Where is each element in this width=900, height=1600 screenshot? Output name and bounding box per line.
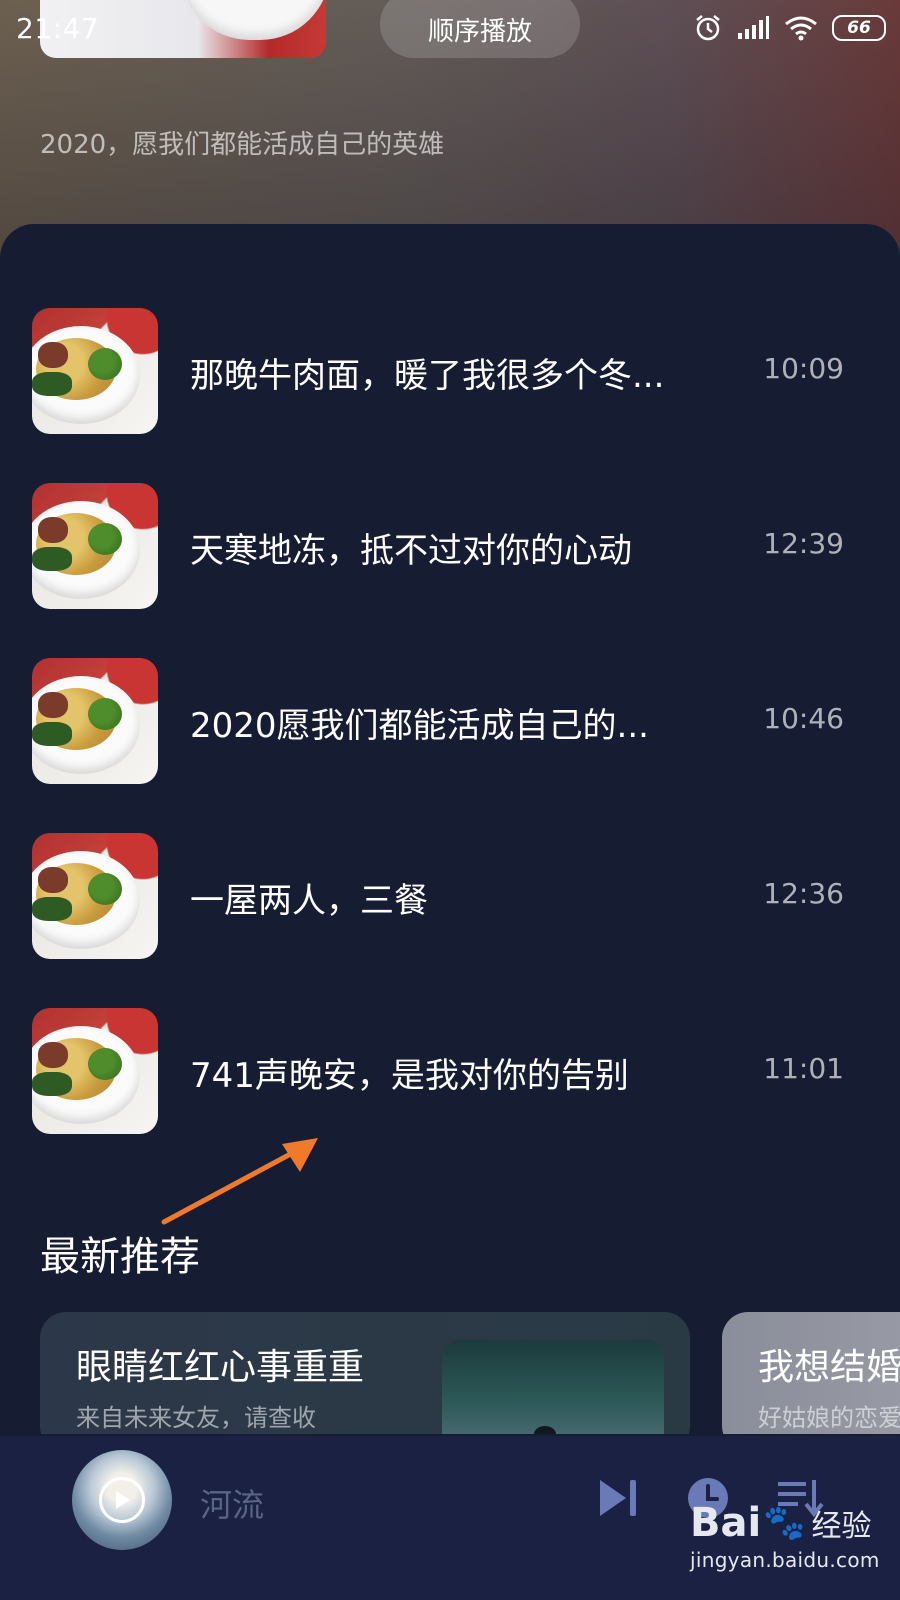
episode-cover-image: [32, 483, 158, 609]
play-mode-button[interactable]: 顺序播放: [380, 0, 580, 58]
episode-item[interactable]: 天寒地冻，抵不过对你的心动 12:39: [0, 483, 900, 623]
episode-item[interactable]: 741声晚安，是我对你的告别 11:01: [0, 1008, 900, 1148]
play-button[interactable]: [99, 1477, 145, 1523]
battery-icon: 66: [832, 15, 886, 41]
now-playing-title: 河流: [200, 1486, 265, 1524]
recommend-card-subtitle: 来自未来女友，请查收: [76, 1404, 316, 1432]
episode-duration: 11:01: [763, 1052, 844, 1085]
recommend-card-title: 眼睛红红心事重重: [76, 1347, 365, 1388]
play-mode-label: 顺序播放: [427, 16, 532, 47]
battery-level: 66: [847, 18, 871, 38]
recommend-card-title: 我想结婚: [758, 1347, 900, 1388]
status-bar-icons: 66: [694, 14, 886, 42]
episode-duration: 10:46: [763, 702, 844, 735]
episode-cover-image: [32, 1008, 158, 1134]
recommend-card[interactable]: 我想结婚 好姑娘的恋爱: [722, 1312, 900, 1434]
now-playing-cover[interactable]: [72, 1450, 172, 1550]
recommend-section-title: 最新推荐: [40, 1234, 200, 1280]
paw-icon: 🐾: [763, 1503, 806, 1543]
episode-duration: 10:09: [763, 352, 844, 385]
alarm-icon: [696, 15, 720, 41]
play-icon: [116, 1491, 130, 1509]
episode-title: 天寒地冻，抵不过对你的心动: [190, 531, 632, 571]
episode-title: 一屋两人，三餐: [190, 881, 428, 921]
watermark-url: jingyan.baidu.com: [690, 1548, 880, 1572]
recommend-card-image: [442, 1340, 664, 1434]
watermark-logo-text: Bai: [690, 1500, 762, 1546]
episode-list-panel: 那晚牛肉面，暖了我很多个冬... 10:09 天寒地冻，抵不过对你的心动 12:…: [0, 224, 900, 1434]
next-track-icon[interactable]: [596, 1476, 640, 1520]
episode-title: 2020愿我们都能活成自己的...: [190, 706, 649, 746]
episode-item[interactable]: 2020愿我们都能活成自己的... 10:46: [0, 658, 900, 798]
episode-cover-image: [32, 833, 158, 959]
episode-item[interactable]: 一屋两人，三餐 12:36: [0, 833, 900, 973]
watermark-logo-suffix: 经验: [811, 1509, 872, 1544]
episode-duration: 12:36: [763, 877, 844, 910]
episode-duration: 12:39: [763, 527, 844, 560]
album-header: 21:47 顺序播放 66 2020，愿我们都能活成自己的英雄: [0, 0, 900, 260]
status-bar-time: 21:47: [16, 12, 100, 45]
episode-title: 741声晚安，是我对你的告别: [190, 1056, 629, 1096]
recommend-card[interactable]: 眼睛红红心事重重 来自未来女友，请查收: [40, 1312, 690, 1434]
annotation-arrow-icon: [161, 1138, 318, 1225]
signal-icon: [738, 16, 769, 39]
episode-cover-image: [32, 658, 158, 784]
episode-item[interactable]: 那晚牛肉面，暖了我很多个冬... 10:09: [0, 308, 900, 448]
episode-cover-image: [32, 308, 158, 434]
album-description: 2020，愿我们都能活成自己的英雄: [40, 130, 445, 160]
mini-player[interactable]: 河流 Bai 🐾 经验 jingyan.baidu.com: [0, 1436, 900, 1600]
baidu-jingyan-watermark: Bai 🐾 经验 jingyan.baidu.com: [690, 1500, 890, 1572]
recommend-card-subtitle: 好姑娘的恋爱: [758, 1404, 900, 1432]
wifi-icon: [785, 16, 817, 41]
episode-title: 那晚牛肉面，暖了我很多个冬...: [190, 356, 665, 396]
